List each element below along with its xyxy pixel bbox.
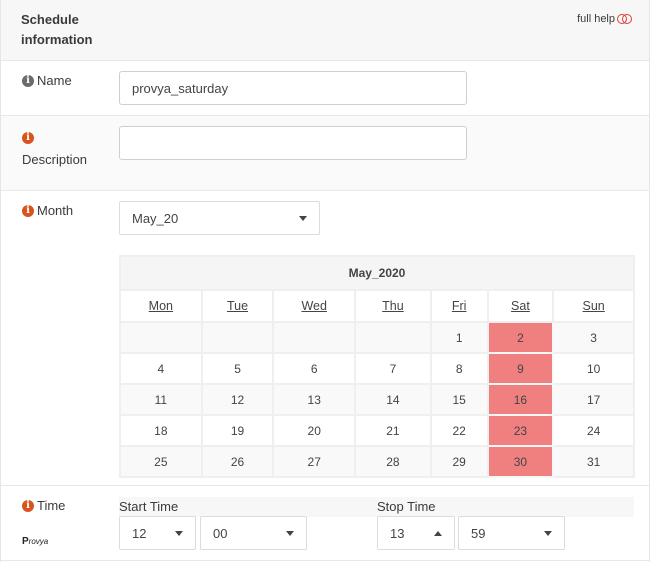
- calendar-day-cell[interactable]: 25: [119, 445, 203, 478]
- calendar-day-cell[interactable]: 12: [200, 383, 275, 416]
- month-label: i Month: [22, 203, 73, 218]
- start-minute-select[interactable]: 00: [200, 516, 307, 550]
- calendar-day-cell[interactable]: 14: [354, 383, 432, 416]
- day-header-sat[interactable]: Sat: [486, 289, 555, 323]
- description-row: i Description: [1, 116, 649, 191]
- toggle-off-icon[interactable]: [617, 14, 633, 24]
- info-circle-icon[interactable]: i: [22, 74, 34, 87]
- calendar-day-cell[interactable]: 17: [552, 383, 635, 416]
- name-input[interactable]: provya_saturday: [119, 71, 467, 105]
- calendar-day-cell[interactable]: 6: [272, 352, 357, 385]
- month-row: i Month May_20 May_2020 Mon Tue Wed Thu …: [1, 191, 649, 486]
- provya-logo: Provya: [22, 536, 48, 547]
- name-row: i Name provya_saturday: [1, 61, 649, 116]
- start-hour-select[interactable]: 12: [119, 516, 196, 550]
- stop-minute-value: 59: [471, 525, 486, 541]
- calendar-day-cell[interactable]: 18: [119, 414, 203, 447]
- calendar-day-cell[interactable]: 30: [486, 445, 555, 478]
- calendar-week-row: 18 19 20 21 22 23 24: [119, 414, 635, 447]
- panel-header: Schedule information full help: [1, 0, 649, 61]
- calendar-day-cell[interactable]: 4: [119, 352, 203, 385]
- calendar-day-cell[interactable]: 3: [552, 321, 635, 354]
- calendar-day-cell[interactable]: 23: [486, 414, 555, 447]
- calendar-week-row: 4 5 6 7 8 9 10: [119, 352, 635, 385]
- calendar-day-cell[interactable]: 15: [429, 383, 489, 416]
- calendar-day-cell[interactable]: 20: [272, 414, 357, 447]
- calendar-day-cell[interactable]: 2: [486, 321, 555, 354]
- stop-hour-value: 13: [390, 525, 405, 541]
- full-help-label: full help: [577, 13, 615, 25]
- stop-minute-select[interactable]: 59: [458, 516, 565, 550]
- chevron-down-icon: [175, 530, 183, 536]
- month-calendar: May_2020 Mon Tue Wed Thu Fri Sat Sun 123…: [119, 255, 635, 478]
- month-select[interactable]: May_20: [119, 201, 320, 235]
- calendar-day-cell[interactable]: 26: [200, 445, 275, 478]
- day-header-mon[interactable]: Mon: [119, 289, 203, 323]
- logo-initial: P: [22, 536, 29, 547]
- calendar-title: May_2020: [119, 255, 635, 291]
- description-label: i Description: [22, 128, 87, 167]
- info-circle-icon[interactable]: i: [22, 204, 34, 217]
- day-header-thu[interactable]: Thu: [354, 289, 432, 323]
- time-label-text: Time: [37, 498, 66, 513]
- start-hour-value: 12: [132, 525, 147, 541]
- name-label: i Name: [22, 73, 72, 88]
- calendar-day-cell[interactable]: 24: [552, 414, 635, 447]
- calendar-week-row: 25 26 27 28 29 30 31: [119, 445, 635, 478]
- name-input-value: provya_saturday: [132, 80, 229, 96]
- calendar-empty-cell: [354, 321, 432, 354]
- description-label-text: Description: [22, 152, 88, 167]
- calendar-empty-cell: [200, 321, 275, 354]
- panel-title-line1: Schedule: [21, 12, 79, 27]
- calendar-day-cell[interactable]: 16: [486, 383, 555, 416]
- calendar-week-row: 123: [119, 321, 635, 354]
- calendar-day-cell[interactable]: 19: [200, 414, 275, 447]
- stop-time-label: Stop Time: [377, 499, 436, 514]
- day-header-fri[interactable]: Fri: [429, 289, 489, 323]
- start-minute-value: 00: [213, 525, 228, 541]
- calendar-day-cell[interactable]: 31: [552, 445, 635, 478]
- info-circle-icon[interactable]: i: [22, 132, 34, 144]
- schedule-panel: Schedule information full help i Name pr…: [0, 0, 650, 562]
- calendar-day-cell[interactable]: 29: [429, 445, 489, 478]
- calendar-day-cell[interactable]: 5: [200, 352, 275, 385]
- day-header-wed[interactable]: Wed: [272, 289, 357, 323]
- chevron-down-icon: [299, 215, 307, 221]
- calendar-empty-cell: [119, 321, 203, 354]
- calendar-day-cell[interactable]: 9: [486, 352, 555, 385]
- month-label-text: Month: [37, 203, 74, 218]
- panel-title-line2: information: [21, 32, 93, 47]
- panel-title: Schedule information: [21, 10, 93, 50]
- calendar-day-cell[interactable]: 10: [552, 352, 635, 385]
- time-label: i Time: [22, 498, 65, 513]
- info-circle-icon[interactable]: i: [22, 499, 34, 512]
- start-time-label: Start Time: [119, 499, 179, 514]
- time-row: i Time Provya Start Time Stop Time 12 00…: [1, 486, 649, 561]
- calendar-body: 1 2 3 4 5 6 7 8 9 10 11 12 13 14 15 16 17 18 19 20 21 22 23 24 2…: [119, 321, 635, 478]
- calendar-day-cell[interactable]: 28: [354, 445, 432, 478]
- calendar-day-cell[interactable]: 11: [119, 383, 203, 416]
- stop-hour-select[interactable]: 13: [377, 516, 455, 550]
- full-help-toggle[interactable]: full help: [577, 13, 633, 25]
- calendar-day-cell[interactable]: 22: [429, 414, 489, 447]
- chevron-down-icon: [286, 530, 294, 536]
- calendar-day-cell[interactable]: 21: [354, 414, 432, 447]
- calendar-day-cell[interactable]: 13: [272, 383, 357, 416]
- day-header-tue[interactable]: Tue: [200, 289, 275, 323]
- calendar-week-row: 11 12 13 14 15 16 17: [119, 383, 635, 416]
- chevron-down-icon: [544, 530, 552, 536]
- name-label-text: Name: [37, 73, 72, 88]
- chevron-up-icon: [434, 530, 442, 536]
- calendar-day-cell[interactable]: 1: [429, 321, 489, 354]
- calendar-day-cell[interactable]: 27: [272, 445, 357, 478]
- day-header-sun[interactable]: Sun: [552, 289, 635, 323]
- description-input[interactable]: [119, 126, 467, 160]
- calendar-empty-cell: [272, 321, 357, 354]
- month-select-value: May_20: [132, 210, 179, 226]
- logo-text: rovya: [28, 537, 49, 546]
- calendar-day-cell[interactable]: 8: [429, 352, 489, 385]
- calendar-day-cell[interactable]: 7: [354, 352, 432, 385]
